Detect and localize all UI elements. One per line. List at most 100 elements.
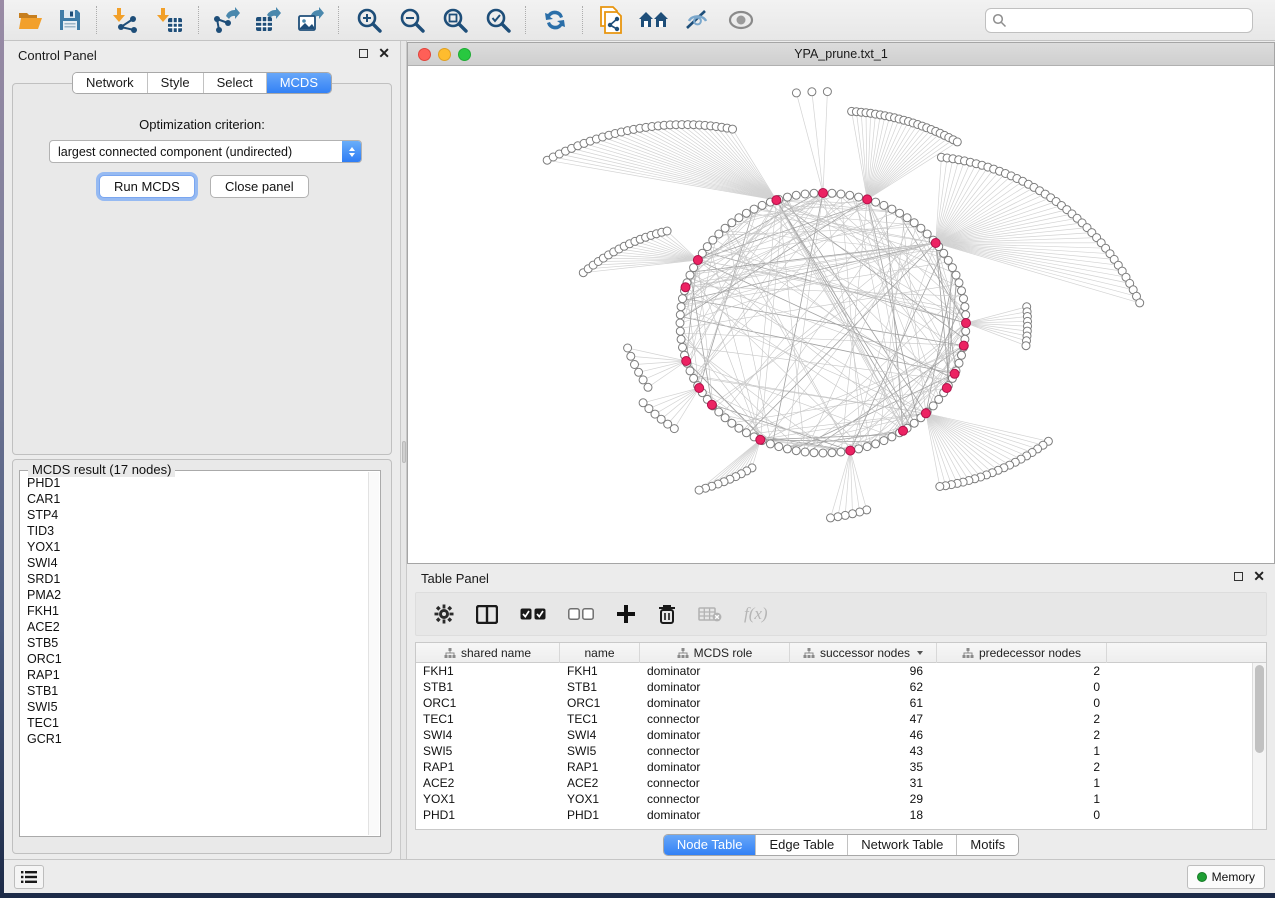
close-panel-button[interactable]: Close panel <box>210 175 309 198</box>
mcds-result-item[interactable]: ORC1 <box>21 651 368 667</box>
deselect-all-icon[interactable] <box>568 599 594 629</box>
splitter-grip[interactable] <box>402 441 406 463</box>
import-table-icon[interactable] <box>153 5 187 35</box>
table-row[interactable]: SWI5SWI5connector431 <box>416 743 1266 759</box>
zoom-selected-icon[interactable] <box>481 5 515 35</box>
column-header-shared-name[interactable]: shared name <box>416 643 560 663</box>
mcds-result-list: PHD1CAR1STP4TID3YOX1SWI4SRD1PMA2FKH1ACE2… <box>21 475 368 835</box>
memory-button[interactable]: Memory <box>1187 865 1265 889</box>
column-label: MCDS role <box>694 646 753 660</box>
column-label: successor nodes <box>820 646 910 660</box>
table-cell: FKH1 <box>560 663 640 679</box>
delete-icon[interactable] <box>658 599 676 629</box>
mcds-result-item[interactable]: SRD1 <box>21 571 368 587</box>
close-table-panel-icon[interactable]: ✕ <box>1253 571 1265 581</box>
table-tab-edge-table[interactable]: Edge Table <box>756 835 848 855</box>
first-neighbors-icon[interactable] <box>637 5 671 35</box>
table-cell: SWI4 <box>560 727 640 743</box>
network-graph <box>408 66 1274 563</box>
tab-style[interactable]: Style <box>148 73 204 93</box>
hide-selected-icon[interactable] <box>680 5 714 35</box>
open-folder-icon[interactable] <box>14 5 48 35</box>
gear-icon[interactable] <box>434 599 454 629</box>
save-icon[interactable] <box>53 5 87 35</box>
table-row[interactable]: YOX1YOX1connector291 <box>416 791 1266 807</box>
show-all-icon[interactable] <box>724 5 758 35</box>
mcds-result-item[interactable]: STB1 <box>21 683 368 699</box>
table-cell: 96 <box>790 663 937 679</box>
hierarchy-icon <box>677 648 689 659</box>
column-label: shared name <box>461 646 531 660</box>
mcds-result-item[interactable]: SWI5 <box>21 699 368 715</box>
mcds-result-item[interactable]: STB5 <box>21 635 368 651</box>
table-tab-network-table[interactable]: Network Table <box>848 835 957 855</box>
network-canvas[interactable] <box>408 66 1274 563</box>
tab-mcds[interactable]: MCDS <box>267 73 331 93</box>
column-header-MCDS-role[interactable]: MCDS role <box>640 643 790 663</box>
mcds-result-item[interactable]: PMA2 <box>21 587 368 603</box>
split-columns-icon[interactable] <box>476 599 498 629</box>
table-tab-node-table[interactable]: Node Table <box>664 835 757 855</box>
table-row[interactable]: PHD1PHD1dominator180 <box>416 807 1266 823</box>
table-tab-motifs[interactable]: Motifs <box>957 835 1018 855</box>
table-row[interactable]: TEC1TEC1connector472 <box>416 711 1266 727</box>
mcds-result-item[interactable]: GCR1 <box>21 731 368 747</box>
mcds-result-item[interactable]: TID3 <box>21 523 368 539</box>
table-cell: 2 <box>937 663 1107 679</box>
table-cell: YOX1 <box>416 791 560 807</box>
mcds-result-item[interactable]: FKH1 <box>21 603 368 619</box>
refresh-layout-icon[interactable] <box>538 5 572 35</box>
task-history-button[interactable] <box>14 865 44 889</box>
table-cell: PHD1 <box>560 807 640 823</box>
select-all-icon[interactable] <box>520 599 546 629</box>
table-row[interactable]: STB1STB1dominator620 <box>416 679 1266 695</box>
table-row[interactable]: ACE2ACE2connector311 <box>416 775 1266 791</box>
clone-network-icon[interactable] <box>594 5 628 35</box>
mcds-result-item[interactable]: RAP1 <box>21 667 368 683</box>
search-box[interactable] <box>985 8 1253 33</box>
mcds-result-item[interactable]: SWI4 <box>21 555 368 571</box>
table-row[interactable]: FKH1FKH1dominator962 <box>416 663 1266 679</box>
network-window-titlebar[interactable]: YPA_prune.txt_1 <box>408 43 1274 66</box>
mcds-result-item[interactable]: ACE2 <box>21 619 368 635</box>
zoom-fit-icon[interactable] <box>438 5 472 35</box>
column-header-name[interactable]: name <box>560 643 640 663</box>
table-row[interactable]: RAP1RAP1dominator352 <box>416 759 1266 775</box>
table-toolbar: f(x) <box>415 592 1267 636</box>
mcds-result-item[interactable]: TEC1 <box>21 715 368 731</box>
column-header-successor-nodes[interactable]: successor nodes <box>790 643 937 663</box>
float-table-panel-icon[interactable] <box>1234 572 1243 581</box>
vertical-splitter[interactable] <box>400 41 407 859</box>
zoom-in-icon[interactable] <box>352 5 386 35</box>
mcds-options-panel: Optimization criterion: largest connecte… <box>12 83 392 455</box>
export-network-icon[interactable] <box>209 5 243 35</box>
mcds-list-scrollbar[interactable] <box>368 472 379 835</box>
mcds-result-item[interactable]: CAR1 <box>21 491 368 507</box>
column-header-filler <box>1107 643 1266 663</box>
table-row[interactable]: ORC1ORC1dominator610 <box>416 695 1266 711</box>
float-panel-icon[interactable] <box>359 49 368 58</box>
column-header-predecessor-nodes[interactable]: predecessor nodes <box>937 643 1107 663</box>
zoom-out-icon[interactable] <box>395 5 429 35</box>
table-cell: RAP1 <box>560 759 640 775</box>
table-scrollbar-thumb[interactable] <box>1255 665 1264 753</box>
mcds-result-item[interactable]: STP4 <box>21 507 368 523</box>
table-cell: dominator <box>640 663 790 679</box>
search-input[interactable] <box>1007 14 1246 28</box>
network-title: YPA_prune.txt_1 <box>408 47 1274 61</box>
optimization-select[interactable]: largest connected component (undirected) <box>49 140 362 163</box>
table-scrollbar[interactable] <box>1252 663 1266 829</box>
run-mcds-button[interactable]: Run MCDS <box>99 175 195 198</box>
mcds-result-item[interactable]: YOX1 <box>21 539 368 555</box>
table-row[interactable]: SWI4SWI4dominator462 <box>416 727 1266 743</box>
export-image-icon[interactable] <box>294 5 328 35</box>
hierarchy-icon <box>444 648 456 659</box>
table-cell: FKH1 <box>416 663 560 679</box>
tab-network[interactable]: Network <box>73 73 148 93</box>
mcds-result-item[interactable]: PHD1 <box>21 475 368 491</box>
tab-select[interactable]: Select <box>204 73 267 93</box>
export-table-icon[interactable] <box>251 5 285 35</box>
close-panel-icon[interactable]: ✕ <box>378 48 390 58</box>
add-column-icon[interactable] <box>616 599 636 629</box>
import-network-icon[interactable] <box>109 5 143 35</box>
